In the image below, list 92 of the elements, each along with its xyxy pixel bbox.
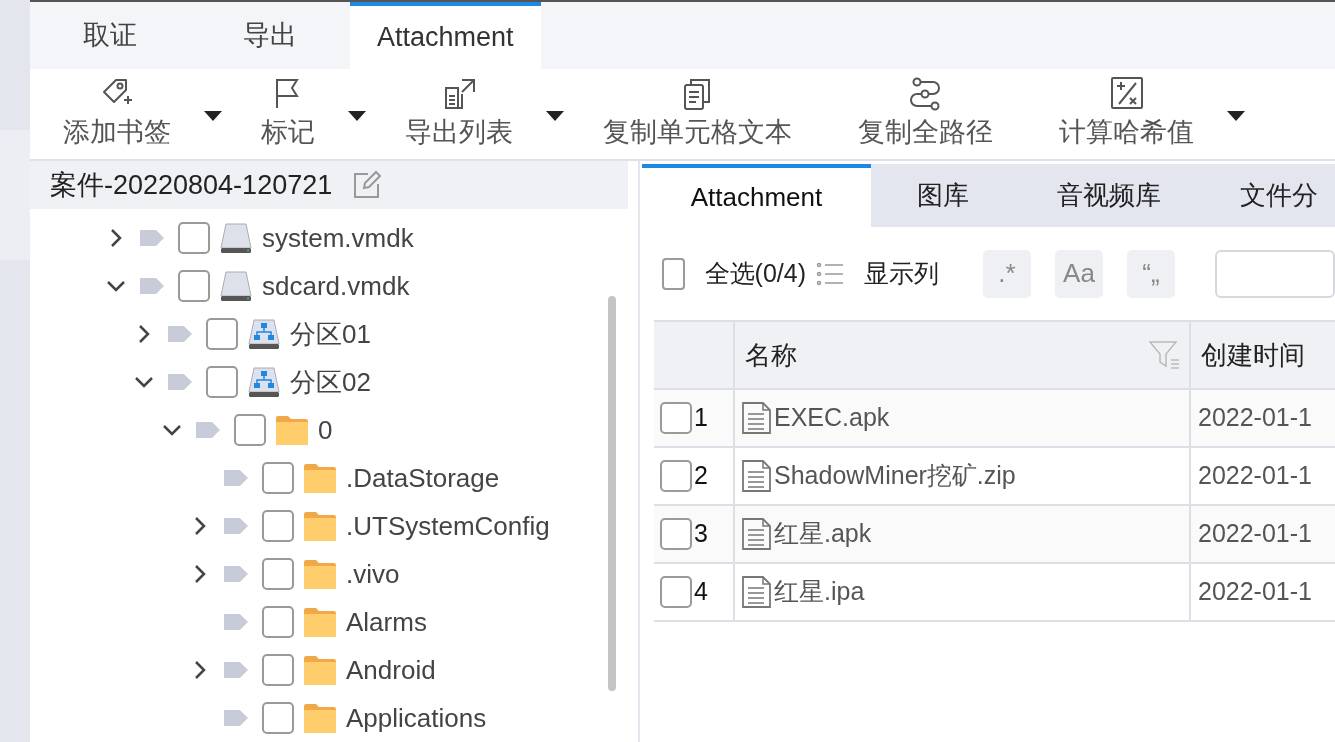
tree-item[interactable]: .DataStorage	[346, 458, 500, 498]
tab[interactable]: 图库	[871, 164, 1014, 227]
checkbox[interactable]	[206, 366, 238, 398]
file-name[interactable]: EXEC.apk	[774, 399, 890, 437]
tree-item[interactable]: Applications	[346, 698, 487, 738]
toolbar-button[interactable]: 复制单元格文本	[600, 76, 795, 152]
tab[interactable]: 文件分	[1204, 164, 1335, 227]
edit-icon[interactable]	[352, 170, 383, 200]
file-name[interactable]: ShadowMiner挖矿.zip	[774, 457, 1016, 495]
tag-icon	[168, 326, 192, 342]
tag-icon	[224, 518, 248, 534]
tag-icon	[224, 614, 248, 630]
row-checkbox[interactable]	[660, 518, 692, 550]
file-icon	[742, 460, 772, 492]
tag-icon	[224, 566, 248, 582]
toolbar-button[interactable]: 导出列表	[402, 76, 516, 152]
checkbox[interactable]	[262, 702, 294, 734]
tag-icon	[168, 374, 192, 390]
scrollbar[interactable]	[608, 296, 616, 691]
tree-item[interactable]: sdcard.vmdk	[262, 266, 410, 306]
tree-item[interactable]: 0	[318, 410, 333, 450]
file-name[interactable]: 红星.ipa	[774, 573, 865, 611]
checkbox[interactable]	[178, 222, 210, 254]
folder-icon	[304, 463, 336, 493]
toolbar-button[interactable]: 复制全路径	[855, 76, 996, 152]
row-checkbox[interactable]	[660, 402, 692, 434]
column-header[interactable]: 创建时间	[1201, 335, 1305, 375]
checkbox[interactable]	[262, 510, 294, 542]
row-checkbox[interactable]	[660, 576, 692, 608]
checkbox[interactable]	[262, 654, 294, 686]
drive-icon	[220, 223, 252, 253]
table-cell-text: 2022-01-1	[1198, 576, 1312, 608]
caret-icon[interactable]	[348, 111, 366, 121]
row-number: 1	[694, 402, 708, 434]
caret-icon[interactable]	[1227, 111, 1245, 121]
file-icon	[742, 576, 772, 608]
toolbar-button[interactable]: 添加书签	[60, 76, 174, 152]
tag-icon	[196, 422, 220, 438]
tab[interactable]: 音视频库	[1014, 164, 1204, 227]
checkbox[interactable]	[178, 270, 210, 302]
table-cell-text: 2022-01-1	[1198, 402, 1312, 434]
tag-icon	[224, 710, 248, 726]
checkbox[interactable]	[662, 257, 685, 290]
tree-item[interactable]: .vivo	[346, 554, 400, 594]
checkbox[interactable]	[262, 558, 294, 590]
tab[interactable]: Attachment	[642, 164, 871, 227]
toolbar-button[interactable]: 计算哈希值	[1056, 76, 1197, 152]
folder-icon	[276, 415, 308, 445]
tree-item[interactable]: Android	[346, 650, 436, 690]
tree-item[interactable]: 分区01	[290, 314, 371, 354]
folder-icon	[304, 607, 336, 637]
tree-item[interactable]: .UTSystemConfig	[346, 506, 550, 546]
row-number: 2	[694, 460, 708, 492]
checkbox[interactable]	[234, 414, 266, 446]
caret-icon[interactable]	[204, 111, 222, 121]
tree-item[interactable]: 分区02	[290, 362, 371, 402]
drive-icon	[220, 271, 252, 301]
row-number: 3	[694, 518, 708, 550]
caret-icon[interactable]	[546, 111, 564, 121]
filter-icon[interactable]	[1149, 340, 1179, 370]
file-icon	[742, 402, 772, 434]
show-columns-button[interactable]: 显示列	[864, 254, 939, 293]
search-field[interactable]	[1215, 249, 1335, 298]
tag-icon	[224, 470, 248, 486]
partition-drive-icon	[248, 367, 280, 397]
folder-icon	[304, 559, 336, 589]
tag-icon	[140, 230, 164, 246]
tree-item[interactable]: system.vmdk	[262, 218, 414, 258]
folder-icon	[304, 655, 336, 685]
table-cell-text: 2022-01-1	[1198, 460, 1312, 492]
checkbox[interactable]	[206, 318, 238, 350]
file-icon	[742, 518, 772, 550]
select-all-label[interactable]: 全选(0/4)	[704, 254, 806, 293]
tab[interactable]: Attachment	[350, 2, 541, 69]
tag-icon	[140, 278, 164, 294]
toolbar-button[interactable]: 标记	[258, 76, 318, 152]
tag-icon	[224, 662, 248, 678]
partition-drive-icon	[248, 319, 280, 349]
column-header[interactable]: 名称	[745, 335, 797, 375]
folder-icon	[304, 511, 336, 541]
list-icon[interactable]	[816, 260, 844, 287]
tab[interactable]: 取证	[30, 2, 190, 69]
case-title: 案件-20220804-120721	[50, 168, 333, 202]
tree-item[interactable]: Alarms	[346, 602, 427, 642]
row-number: 4	[694, 576, 708, 608]
folder-icon	[304, 703, 336, 733]
tab[interactable]: 导出	[190, 2, 350, 69]
row-checkbox[interactable]	[660, 460, 692, 492]
file-name[interactable]: 红星.apk	[774, 515, 872, 553]
checkbox[interactable]	[262, 606, 294, 638]
checkbox[interactable]	[262, 462, 294, 494]
table-cell-text: 2022-01-1	[1198, 518, 1312, 550]
